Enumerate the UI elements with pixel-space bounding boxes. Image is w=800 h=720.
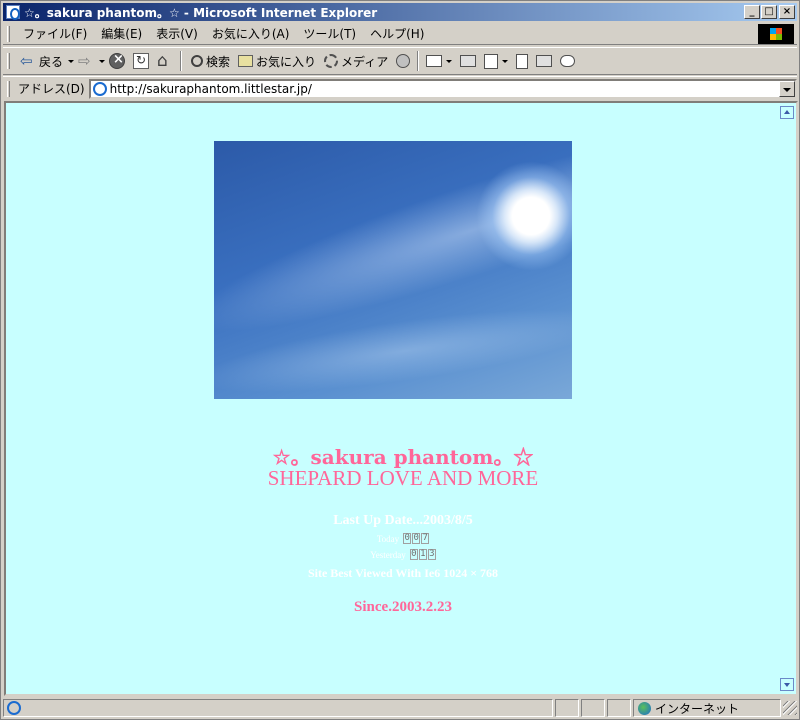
mail-button[interactable] (422, 49, 456, 73)
today-label: Today (376, 533, 400, 544)
yesterday-label: Yesterday (370, 549, 406, 560)
status-pane (581, 699, 605, 717)
status-pane (607, 699, 631, 717)
address-url[interactable]: http://sakuraphantom.littlestar.jp/ (110, 82, 312, 96)
yesterday-digits: 0 1 3 (409, 549, 436, 560)
back-label: 戻る (39, 54, 64, 69)
page-icon (92, 81, 107, 96)
back-arrow-icon (20, 53, 36, 69)
menu-file[interactable]: ファイル(F) (16, 25, 94, 42)
last-update-text: Last Up Date...2003/8/5 (333, 513, 473, 528)
edit-icon (484, 53, 499, 69)
back-dropdown-icon[interactable] (67, 53, 75, 69)
standard-toolbar: 戻る 検索 お気に入り メディア (3, 47, 797, 75)
site-subtitle: SHEPARD LOVE AND MORE (267, 466, 539, 490)
security-zone-pane[interactable]: インターネット (633, 699, 781, 717)
history-icon (396, 54, 411, 68)
scroll-down-button[interactable] (780, 678, 794, 691)
search-label: 検索 (206, 54, 231, 69)
history-button[interactable] (392, 49, 414, 73)
research-icon (536, 55, 553, 67)
page-content: ☆。sakura phantom。☆ SHEPARD LOVE AND MORE… (4, 101, 798, 696)
counter-digit: 0 (412, 533, 421, 544)
status-main-pane (3, 699, 553, 717)
ie-app-icon[interactable] (6, 5, 20, 20)
window-controls: _ □ × (743, 5, 795, 19)
counter-digit: 0 (409, 549, 418, 560)
address-bar: アドレス(D) http://sakuraphantom.littlestar.… (3, 76, 797, 100)
minimize-button[interactable]: _ (744, 5, 760, 19)
favorites-button[interactable]: お気に入り (234, 49, 320, 73)
home-icon (157, 53, 173, 69)
print-icon (460, 55, 477, 67)
title-bar[interactable]: ☆。sakura phantom。☆ - Microsoft Internet … (3, 3, 797, 21)
menu-tools[interactable]: ツール(T) (296, 25, 363, 42)
menubar-grip[interactable] (7, 25, 10, 42)
discuss-button[interactable] (512, 49, 532, 73)
search-icon (191, 55, 204, 67)
back-button[interactable]: 戻る (16, 49, 67, 73)
forward-arrow-icon (78, 53, 94, 69)
menu-bar: ファイル(F) 編集(E) 表示(V) お気に入り(A) ツール(T) ヘルプ(… (3, 23, 797, 45)
window-title: ☆。sakura phantom。☆ - Microsoft Internet … (24, 5, 378, 20)
mail-dropdown-icon (445, 53, 453, 69)
toolbar-grip[interactable] (7, 53, 10, 69)
resize-grip[interactable] (783, 701, 797, 715)
sky-photo (214, 141, 572, 399)
media-label: メディア (341, 54, 389, 69)
menu-help[interactable]: ヘルプ(H) (363, 25, 431, 42)
print-button[interactable] (456, 49, 480, 73)
address-input[interactable]: http://sakuraphantom.littlestar.jp/ (88, 78, 797, 99)
stop-button[interactable] (105, 49, 129, 73)
refresh-icon (133, 53, 150, 69)
media-button[interactable]: メディア (320, 49, 392, 73)
globe-icon (638, 701, 651, 715)
edit-dropdown-icon (501, 53, 509, 69)
messenger-icon (560, 55, 576, 67)
counter-digit: 3 (427, 549, 436, 560)
today-digits: 0 0 7 (403, 533, 430, 544)
favorites-icon (238, 55, 254, 67)
stop-icon (109, 52, 126, 69)
menu-favorites[interactable]: お気に入り(A) (205, 25, 297, 42)
research-button[interactable] (532, 49, 556, 73)
messenger-button[interactable] (556, 49, 579, 73)
browser-window: ☆。sakura phantom。☆ - Microsoft Internet … (0, 0, 800, 720)
status-bar: インターネット (3, 698, 797, 718)
refresh-button[interactable] (129, 49, 153, 73)
forward-dropdown-icon[interactable] (98, 53, 106, 69)
maximize-button[interactable]: □ (761, 5, 777, 19)
windows-logo-icon (758, 23, 794, 44)
menu-view[interactable]: 表示(V) (149, 25, 205, 42)
status-pane (555, 699, 579, 717)
forward-button[interactable] (74, 49, 98, 73)
toolbar-separator (417, 51, 420, 71)
counter-digit: 0 (403, 533, 412, 544)
today-counter: Today 0 0 7 (6, 533, 796, 544)
page-status-icon (7, 701, 21, 715)
address-dropdown-button[interactable] (779, 80, 795, 97)
media-icon (324, 54, 339, 68)
counter-digit: 7 (421, 533, 430, 544)
search-button[interactable]: 検索 (185, 49, 234, 73)
address-label: アドレス(D) (17, 82, 85, 96)
mail-icon (426, 55, 443, 67)
best-viewed-text: Site Best Viewed With Ie6 1024 × 768 (307, 566, 499, 580)
edit-button[interactable] (480, 49, 512, 73)
favorites-label: お気に入り (256, 54, 317, 69)
since-text: Since.2003.2.23 (354, 599, 452, 615)
menu-edit[interactable]: 編集(E) (94, 25, 149, 42)
addressbar-grip[interactable] (7, 80, 10, 97)
close-button[interactable]: × (779, 5, 795, 19)
yesterday-counter: Yesterday 0 1 3 (6, 549, 796, 560)
home-button[interactable] (153, 49, 177, 73)
zone-label: インターネット (655, 701, 740, 716)
counter-digit: 1 (418, 549, 427, 560)
discuss-icon (516, 53, 529, 69)
toolbar-separator (180, 51, 183, 71)
scroll-up-button[interactable] (780, 106, 794, 119)
